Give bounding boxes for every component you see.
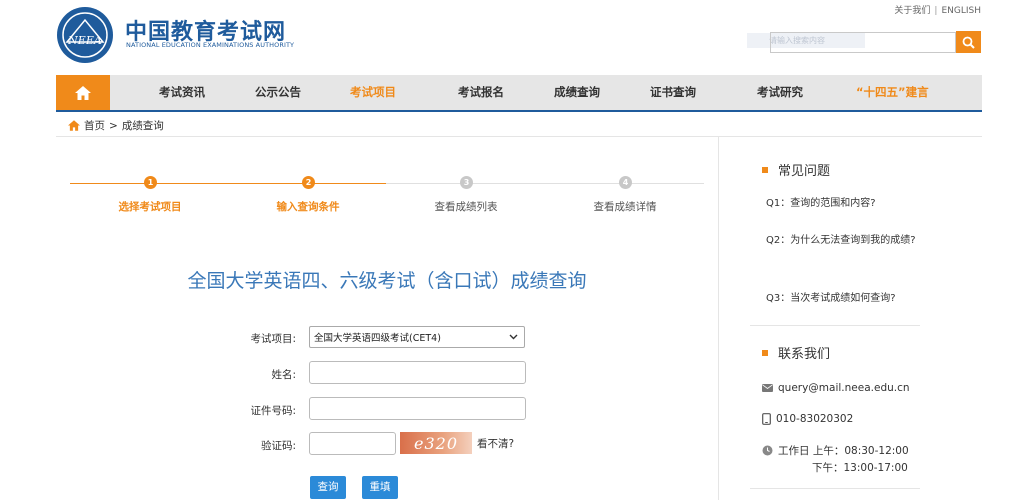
step-4-marker: 4: [619, 176, 632, 189]
site-subtitle: NATIONAL EDUCATION EXAMINATIONS AUTHORIT…: [126, 41, 295, 49]
contact-email-text[interactable]: query@mail.neea.edu.cn: [778, 382, 910, 394]
captcha-image[interactable]: e320: [400, 432, 472, 454]
contact-hours: 工作日 上午：08:30-12:00: [762, 443, 909, 458]
captcha-input[interactable]: [309, 432, 396, 455]
bullet-icon: [762, 349, 768, 356]
bullet-icon: [762, 166, 768, 173]
clock-icon: [762, 445, 773, 456]
faq-q2[interactable]: Q2：为什么无法查询到我的成绩?: [766, 231, 916, 250]
id-number-label: 证件号码:: [250, 405, 296, 417]
search-bar: 请输入搜索内容: [745, 31, 981, 53]
exam-label: 考试项目:: [250, 333, 296, 345]
captcha-text: e320: [413, 433, 458, 453]
nav-item-research[interactable]: 考试研究: [757, 75, 803, 110]
neea-logo[interactable]: NEEA: [56, 6, 114, 64]
step-3-marker: 3: [460, 176, 473, 189]
link-separator: |: [934, 6, 938, 16]
step-progress-todo: [386, 183, 704, 184]
name-label: 姓名:: [271, 369, 296, 381]
contact-phone-text: 010-83020302: [776, 413, 854, 425]
contact-phone: 010-83020302: [762, 413, 853, 425]
reset-button[interactable]: 重填: [362, 476, 398, 499]
phone-icon: [762, 413, 771, 425]
main-nav: 考试资讯 公示公告 考试项目 考试报名 成绩查询 证书查询 考试研究 “十四五”…: [56, 75, 982, 112]
nav-item-notices[interactable]: 公示公告: [255, 75, 301, 110]
contact-hours-am: 工作日 上午：08:30-12:00: [778, 445, 909, 457]
nav-item-news[interactable]: 考试资讯: [159, 75, 205, 110]
nav-item-scores[interactable]: 成绩查询: [554, 75, 600, 110]
page-title: 全国大学英语四、六级考试（含口试）成绩查询: [187, 270, 587, 292]
captcha-label: 验证码:: [260, 440, 296, 452]
panel-divider: [718, 137, 719, 500]
step-1-marker: 1: [144, 176, 157, 189]
exam-select[interactable]: 全国大学英语四级考试(CET4): [309, 326, 525, 348]
logo-text: NEEA: [67, 34, 102, 47]
faq-heading-text: 常见问题: [778, 164, 831, 179]
faq-heading: 常见问题: [762, 160, 830, 179]
contact-heading-text: 联系我们: [778, 347, 831, 362]
id-number-input[interactable]: [309, 397, 526, 420]
top-links: 关于我们 | ENGLISH: [894, 3, 981, 16]
contact-heading: 联系我们: [762, 343, 830, 362]
english-link[interactable]: ENGLISH: [941, 6, 981, 16]
search-input[interactable]: [770, 32, 956, 53]
exam-select-value: 全国大学英语四级考试(CET4): [314, 333, 441, 344]
breadcrumb: 首页 > 成绩查询: [68, 118, 164, 133]
step-2-marker: 2: [302, 176, 315, 189]
search-icon: [962, 36, 975, 49]
home-icon: [68, 120, 80, 131]
contact-hours-pm-row: 下午：13:00-17:00: [812, 460, 908, 475]
step-4-label: 查看成绩详情: [593, 201, 657, 213]
nav-item-exams[interactable]: 考试项目: [350, 75, 396, 110]
contact-email: query@mail.neea.edu.cn: [762, 382, 910, 394]
divider: [56, 136, 982, 137]
breadcrumb-current: 成绩查询: [121, 120, 164, 132]
nav-home-button[interactable]: [56, 75, 110, 110]
breadcrumb-home[interactable]: 首页: [84, 118, 105, 133]
breadcrumb-separator: >: [109, 119, 118, 132]
faq-q1[interactable]: Q1：查询的范围和内容?: [766, 194, 876, 213]
divider: [750, 488, 920, 489]
divider: [750, 325, 920, 326]
step-2-label: 输入查询条件: [276, 201, 340, 213]
contact-hours-pm: 下午：13:00-17:00: [812, 462, 908, 474]
nav-item-suggestions[interactable]: “十四五”建言: [856, 75, 929, 110]
captcha-refresh-link[interactable]: 看不清?: [477, 436, 514, 451]
mail-icon: [762, 384, 773, 392]
nav-item-certificates[interactable]: 证书查询: [650, 75, 696, 110]
step-1-label: 选择考试项目: [118, 201, 182, 213]
chevron-down-icon: [509, 334, 518, 340]
name-input[interactable]: [309, 361, 526, 384]
about-link[interactable]: 关于我们: [894, 6, 930, 16]
step-progress-done: [70, 183, 386, 184]
search-button[interactable]: [956, 31, 981, 53]
home-icon: [75, 85, 91, 100]
nav-item-registration[interactable]: 考试报名: [458, 75, 504, 110]
step-3-label: 查看成绩列表: [434, 201, 498, 213]
faq-q3[interactable]: Q3：当次考试成绩如何查询?: [766, 289, 896, 308]
submit-button[interactable]: 查询: [310, 476, 346, 499]
